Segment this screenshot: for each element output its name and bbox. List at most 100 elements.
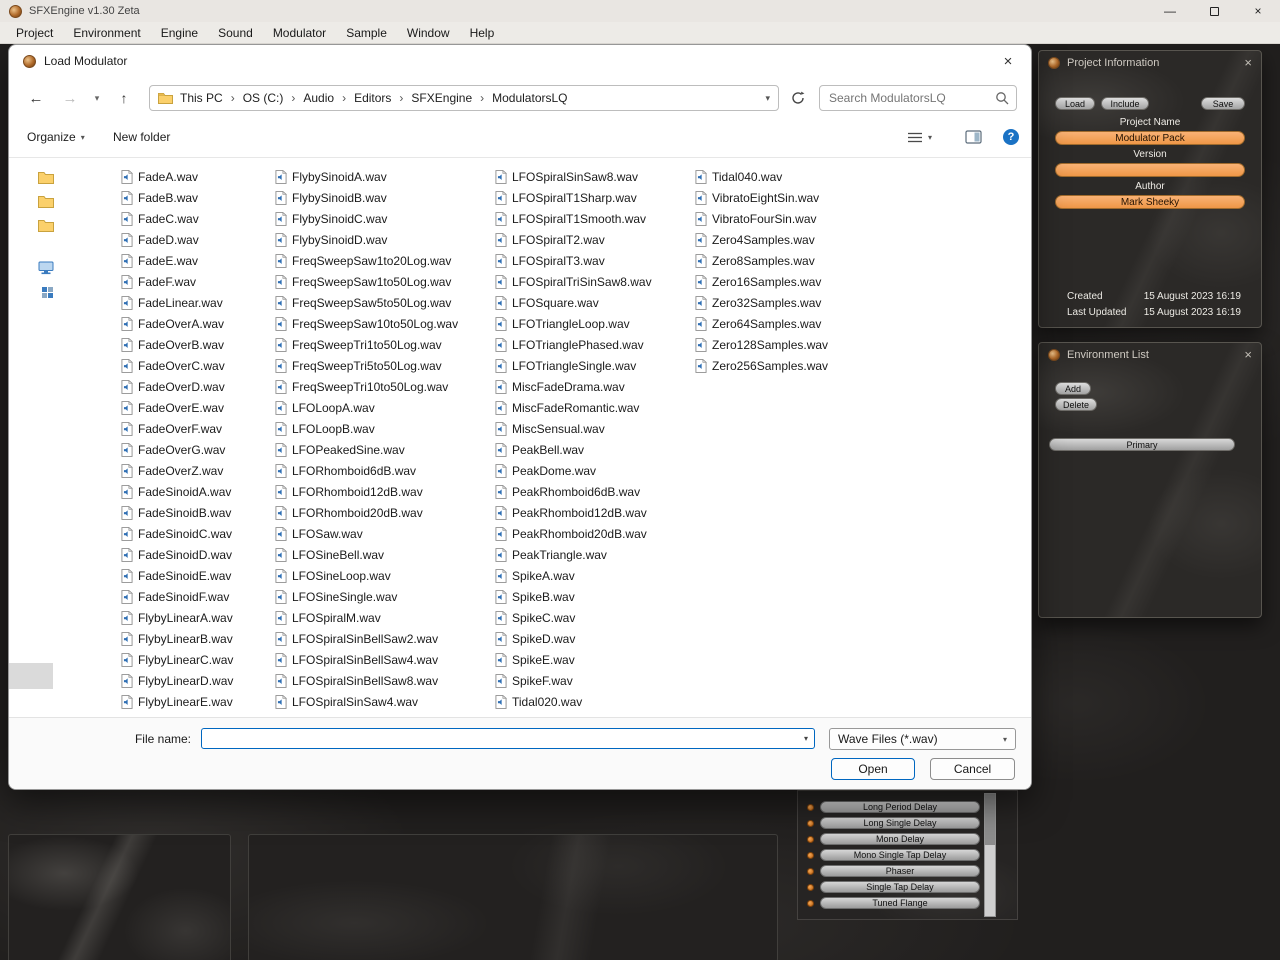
breadcrumb-item[interactable]: Editors›: [349, 90, 406, 106]
history-chevron-icon[interactable]: ▾: [89, 85, 105, 111]
forward-button[interactable]: →: [57, 85, 83, 111]
file-item[interactable]: SpikeF.wav: [495, 670, 691, 691]
effect-button[interactable]: Mono Single Tap Delay: [820, 849, 980, 861]
menu-item[interactable]: Help: [460, 24, 505, 42]
file-item[interactable]: FlybySinoidA.wav: [275, 166, 491, 187]
file-item[interactable]: FadeSinoidA.wav: [121, 481, 271, 502]
file-item[interactable]: FreqSweepSaw10to50Log.wav: [275, 313, 491, 334]
view-mode-button[interactable]: ▾: [907, 119, 932, 155]
file-item[interactable]: FadeSinoidC.wav: [121, 523, 271, 544]
file-item[interactable]: FlybyLinearD.wav: [121, 670, 271, 691]
file-item[interactable]: FadeOverB.wav: [121, 334, 271, 355]
nav-folder-icon-2[interactable]: [38, 195, 54, 213]
menu-item[interactable]: Window: [397, 24, 460, 42]
file-type-select[interactable]: Wave Files (*.wav) ▾: [829, 728, 1016, 750]
file-item[interactable]: FlybyLinearC.wav: [121, 649, 271, 670]
effect-button[interactable]: Phaser: [820, 865, 980, 877]
new-folder-button[interactable]: New folder: [113, 119, 170, 155]
file-item[interactable]: FadeC.wav: [121, 208, 271, 229]
file-item[interactable]: LFOLoopA.wav: [275, 397, 491, 418]
nav-pane-scrollbar[interactable]: [9, 663, 53, 689]
nav-folder-icon-3[interactable]: [38, 219, 54, 237]
file-item[interactable]: FlybyLinearE.wav: [121, 691, 271, 712]
file-item[interactable]: Zero4Samples.wav: [695, 229, 865, 250]
file-item[interactable]: LFOTriangleSingle.wav: [495, 355, 691, 376]
file-item[interactable]: MiscFadeDrama.wav: [495, 376, 691, 397]
file-item[interactable]: LFOSineSingle.wav: [275, 586, 491, 607]
chevron-down-icon[interactable]: ▾: [804, 734, 808, 743]
load-button[interactable]: Load: [1055, 97, 1095, 110]
menu-item[interactable]: Project: [6, 24, 63, 42]
file-item[interactable]: LFOPeakedSine.wav: [275, 439, 491, 460]
file-item[interactable]: FadeD.wav: [121, 229, 271, 250]
preview-pane-button[interactable]: [965, 119, 982, 155]
file-item[interactable]: FadeOverC.wav: [121, 355, 271, 376]
file-item[interactable]: Tidal040.wav: [695, 166, 865, 187]
file-item[interactable]: LFOSpiralSinBellSaw2.wav: [275, 628, 491, 649]
file-item[interactable]: FadeOverD.wav: [121, 376, 271, 397]
breadcrumb-item[interactable]: Audio›: [298, 90, 349, 106]
file-item[interactable]: PeakTriangle.wav: [495, 544, 691, 565]
search-input[interactable]: [820, 86, 1016, 110]
menu-item[interactable]: Sound: [208, 24, 263, 42]
menu-item[interactable]: Modulator: [263, 24, 336, 42]
save-button[interactable]: Save: [1201, 97, 1245, 110]
file-item[interactable]: LFOSpiralTriSinSaw8.wav: [495, 271, 691, 292]
delete-button[interactable]: Delete: [1055, 398, 1097, 411]
effects-scrollbar-thumb[interactable]: [985, 794, 995, 845]
minimize-button[interactable]: —: [1148, 0, 1192, 22]
effect-button[interactable]: Long Single Delay: [820, 817, 980, 829]
close-icon[interactable]: ×: [1244, 348, 1252, 361]
file-item[interactable]: SpikeA.wav: [495, 565, 691, 586]
back-button[interactable]: ←: [23, 85, 49, 111]
include-button[interactable]: Include: [1101, 97, 1149, 110]
file-item[interactable]: FadeOverG.wav: [121, 439, 271, 460]
file-item[interactable]: LFOSpiralSinSaw8.wav: [495, 166, 691, 187]
file-item[interactable]: FadeOverA.wav: [121, 313, 271, 334]
file-item[interactable]: FreqSweepTri5to50Log.wav: [275, 355, 491, 376]
menu-item[interactable]: Environment: [63, 24, 150, 42]
file-item[interactable]: LFOSpiralT2.wav: [495, 229, 691, 250]
environment-item[interactable]: Primary: [1049, 438, 1235, 451]
file-item[interactable]: PeakBell.wav: [495, 439, 691, 460]
file-item[interactable]: Zero256Samples.wav: [695, 355, 865, 376]
file-item[interactable]: LFOLoopB.wav: [275, 418, 491, 439]
menu-item[interactable]: Engine: [151, 24, 208, 42]
dialog-close-button[interactable]: ×: [985, 45, 1031, 77]
nav-folder-icon-1[interactable]: [38, 171, 54, 189]
breadcrumb-item[interactable]: OS (C:)›: [238, 90, 299, 106]
menu-item[interactable]: Sample: [336, 24, 397, 42]
file-item[interactable]: PeakDome.wav: [495, 460, 691, 481]
breadcrumb-item[interactable]: This PC›: [175, 90, 238, 106]
file-item[interactable]: LFOTriangleLoop.wav: [495, 313, 691, 334]
cancel-button[interactable]: Cancel: [930, 758, 1015, 780]
help-button[interactable]: ?: [1003, 119, 1019, 155]
file-item[interactable]: SpikeD.wav: [495, 628, 691, 649]
network-grid-icon[interactable]: [42, 285, 53, 303]
file-item[interactable]: FreqSweepTri10to50Log.wav: [275, 376, 491, 397]
file-item[interactable]: LFORhomboid12dB.wav: [275, 481, 491, 502]
project-field-value[interactable]: Mark Sheeky: [1055, 195, 1245, 209]
effects-scrollbar[interactable]: [984, 793, 996, 917]
breadcrumb-item[interactable]: ModulatorsLQ›: [487, 90, 572, 106]
file-item[interactable]: FreqSweepSaw5to50Log.wav: [275, 292, 491, 313]
project-field-value[interactable]: [1055, 163, 1245, 177]
file-item[interactable]: SpikeB.wav: [495, 586, 691, 607]
breadcrumb-item[interactable]: SFXEngine›: [406, 90, 487, 106]
file-item[interactable]: PeakRhomboid6dB.wav: [495, 481, 691, 502]
file-item[interactable]: FadeE.wav: [121, 250, 271, 271]
effect-button[interactable]: Long Period Delay: [820, 801, 980, 813]
file-item[interactable]: LFOSpiralSinBellSaw8.wav: [275, 670, 491, 691]
file-item[interactable]: LFOSpiralT3.wav: [495, 250, 691, 271]
file-item[interactable]: LFORhomboid6dB.wav: [275, 460, 491, 481]
file-item[interactable]: VibratoFourSin.wav: [695, 208, 865, 229]
file-item[interactable]: FadeSinoidF.wav: [121, 586, 271, 607]
close-button[interactable]: ×: [1236, 0, 1280, 22]
add-button[interactable]: Add: [1055, 382, 1091, 395]
file-item[interactable]: FadeB.wav: [121, 187, 271, 208]
file-item[interactable]: FreqSweepSaw1to50Log.wav: [275, 271, 491, 292]
file-item[interactable]: PeakRhomboid12dB.wav: [495, 502, 691, 523]
file-item[interactable]: FadeOverF.wav: [121, 418, 271, 439]
file-item[interactable]: LFOSineLoop.wav: [275, 565, 491, 586]
file-item[interactable]: FadeSinoidD.wav: [121, 544, 271, 565]
